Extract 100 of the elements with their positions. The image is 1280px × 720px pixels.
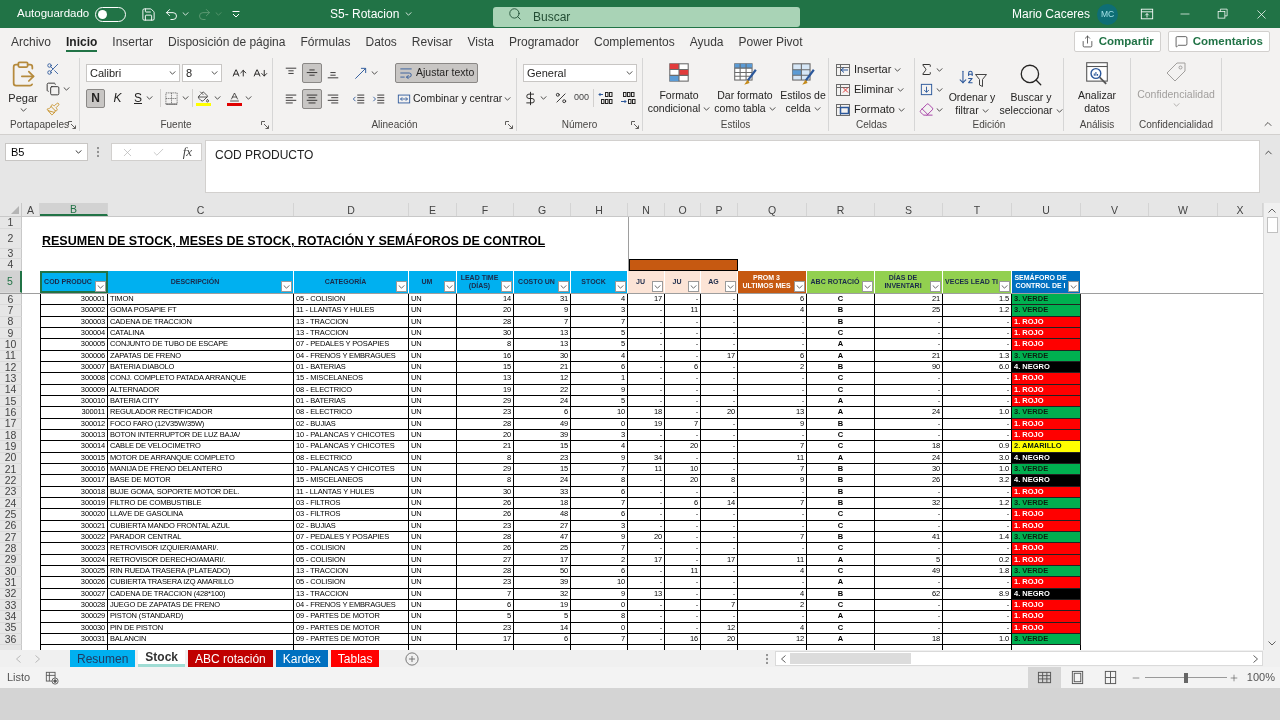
column-header[interactable]: H [571, 203, 628, 216]
ribbon-tab[interactable]: Fórmulas [300, 28, 351, 55]
slider-thumb[interactable] [1183, 672, 1188, 683]
row-header[interactable]: 32 [0, 588, 22, 600]
filter-button[interactable] [95, 281, 106, 292]
column-header[interactable]: F [457, 203, 514, 216]
column-header[interactable]: P [701, 203, 738, 216]
column-header[interactable]: V [1081, 203, 1149, 216]
row-header[interactable]: 19 [0, 441, 22, 453]
row-header[interactable]: 34 [0, 611, 22, 623]
filter-button[interactable] [688, 281, 699, 292]
add-sheet-button[interactable] [405, 651, 420, 666]
filter-button[interactable] [615, 281, 626, 292]
macro-record-button[interactable] [45, 670, 60, 685]
vertical-align-button[interactable] [302, 63, 322, 83]
italic-button[interactable]: K [108, 88, 127, 108]
row-header[interactable]: 11 [0, 350, 22, 362]
column-header[interactable]: S [875, 203, 943, 216]
zoom-in-button[interactable] [1228, 672, 1239, 683]
row-header[interactable]: 25 [0, 509, 22, 521]
dialog-launcher-button[interactable] [261, 121, 269, 130]
comments-button[interactable]: Comentarios [1167, 31, 1270, 52]
column-header[interactable]: D [294, 203, 409, 216]
row-header[interactable]: 35 [0, 622, 22, 634]
underline-button[interactable]: S [130, 88, 157, 108]
sheet-tab[interactable]: Resumen [70, 650, 136, 667]
row-header[interactable]: 6 [0, 294, 22, 306]
filter-button[interactable] [558, 281, 569, 292]
horizontal-scrollbar[interactable] [775, 651, 1263, 666]
row-header[interactable]: 26 [0, 520, 22, 532]
filter-button[interactable] [501, 281, 512, 292]
wrap-text-button[interactable]: Ajustar texto [395, 63, 479, 83]
filter-button[interactable] [930, 281, 941, 292]
filter-button[interactable] [652, 281, 663, 292]
ribbon-tab[interactable]: Vista [467, 28, 494, 55]
horizontal-align-button[interactable] [302, 89, 322, 109]
row-header[interactable]: 5 [0, 271, 22, 293]
column-header[interactable]: Q [738, 203, 807, 216]
column-header[interactable]: G [514, 203, 571, 216]
row-header[interactable]: 16 [0, 407, 22, 419]
row-header[interactable]: 10 [0, 339, 22, 351]
column-header[interactable]: E [409, 203, 457, 216]
font-name-dropdown[interactable]: Calibri [86, 64, 180, 82]
document-title[interactable]: S5- Rotacion [330, 5, 413, 23]
clear-button[interactable] [919, 100, 945, 119]
sheet-tab[interactable]: Kardex [275, 650, 328, 667]
row-header[interactable]: 14 [0, 384, 22, 396]
sheet-tab[interactable]: Tablas [330, 650, 380, 667]
font-size-dropdown[interactable]: 8 [182, 64, 222, 82]
ribbon-tab[interactable]: Datos [365, 28, 397, 55]
vertical-scrollbar[interactable] [1263, 203, 1280, 650]
number-format-dropdown[interactable]: General [523, 64, 637, 82]
merge-center-button[interactable]: Combinar y centrar [395, 89, 514, 109]
ribbon-tab[interactable]: Inicio [66, 28, 98, 55]
format-as-table-button[interactable]: Dar formato como tabla [713, 58, 777, 119]
filter-button[interactable] [1068, 281, 1079, 292]
user-avatar[interactable]: MC [1097, 3, 1118, 25]
scrollbar-thumb[interactable] [790, 653, 911, 664]
ribbon-tab[interactable]: Ayuda [689, 28, 724, 55]
bold-button[interactable]: N [86, 88, 105, 108]
zoom-slider[interactable] [1144, 672, 1227, 683]
insert-cells-button[interactable]: Insertar [835, 60, 905, 79]
row-header[interactable]: 2 [0, 229, 22, 249]
ribbon-tab[interactable]: Complementos [594, 28, 675, 55]
filter-button[interactable] [396, 281, 407, 292]
ribbon-tab[interactable]: Programador [509, 28, 580, 55]
scrollbar-thumb[interactable] [1266, 217, 1278, 233]
column-header[interactable]: C [108, 203, 294, 216]
column-header[interactable]: U [1012, 203, 1081, 216]
column-header[interactable]: O [665, 203, 701, 216]
sheet-tab[interactable]: Stock [138, 650, 186, 667]
filter-button[interactable] [281, 281, 292, 292]
insert-function-button[interactable]: fx [182, 145, 193, 159]
filter-button[interactable] [794, 281, 805, 292]
ribbon-tab[interactable]: Power Pivot [738, 28, 803, 55]
dialog-launcher-button[interactable] [505, 121, 513, 130]
cell-styles-button[interactable]: Estilos de celda [778, 58, 828, 119]
format-cells-button[interactable]: Formato [835, 100, 905, 119]
formula-input[interactable]: COD PRODUCTO [205, 140, 1260, 193]
filter-button[interactable] [862, 281, 873, 292]
row-header[interactable]: 29 [0, 554, 22, 566]
filter-button[interactable] [725, 281, 736, 292]
ribbon-tab[interactable]: Revisar [411, 28, 453, 55]
row-header[interactable]: 1 [0, 217, 22, 229]
sheet-tab[interactable]: ABC rotación [188, 650, 273, 667]
row-header[interactable]: 31 [0, 577, 22, 589]
row-header[interactable]: 28 [0, 543, 22, 555]
filter-button[interactable] [999, 281, 1010, 292]
comma-style-button[interactable]: 000 [572, 88, 592, 108]
dialog-launcher-button[interactable] [631, 121, 639, 130]
normal-view-button[interactable] [1027, 667, 1061, 688]
dialog-launcher-button[interactable] [68, 121, 76, 130]
column-header[interactable]: N [628, 203, 665, 216]
row-header[interactable]: 22 [0, 475, 22, 487]
row-header[interactable]: 17 [0, 418, 22, 430]
name-box[interactable]: B5 [5, 143, 88, 161]
delete-cells-button[interactable]: Eliminar [835, 80, 905, 99]
fill-color-button[interactable] [196, 88, 221, 108]
share-button[interactable]: Compartir [1073, 31, 1161, 52]
column-header[interactable]: R [807, 203, 875, 216]
